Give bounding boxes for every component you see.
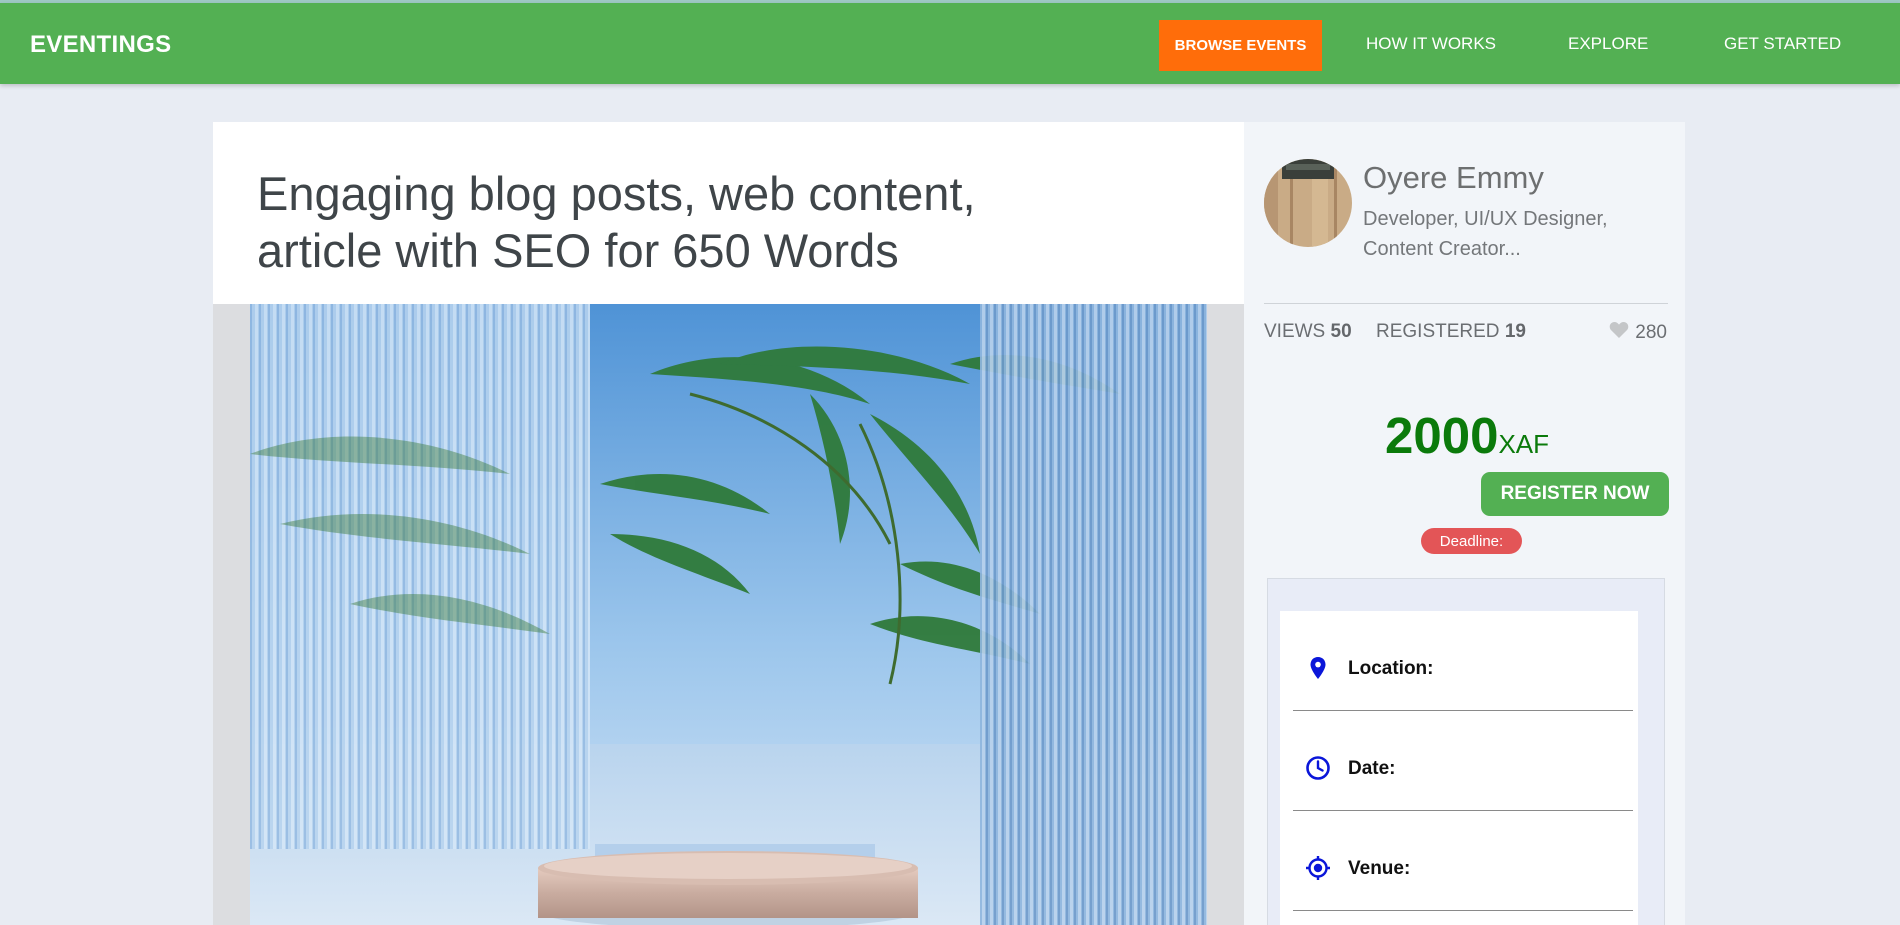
event-title: Engaging blog posts, web content, articl… [257, 167, 976, 277]
target-icon [1305, 855, 1331, 881]
views-count: 50 [1330, 321, 1352, 342]
venue-row: Venue: [1293, 811, 1633, 911]
hero-illustration [250, 304, 1207, 925]
event-image-container [213, 304, 1244, 925]
venue-label: Venue: [1348, 858, 1411, 879]
nav-link-how-it-works[interactable]: HOW IT WORKS [1366, 34, 1496, 54]
heart-icon[interactable] [1609, 321, 1629, 345]
event-sidebar: Oyere Emmy Developer, UI/UX Designer, Co… [1244, 122, 1685, 925]
brand-logo[interactable]: EVENTINGS [30, 31, 171, 59]
register-now-button[interactable]: REGISTER NOW [1481, 472, 1669, 516]
divider [1264, 303, 1668, 304]
likes-stat[interactable]: 280 [1609, 321, 1667, 345]
deadline-badge: Deadline: [1421, 528, 1522, 554]
registered-label: REGISTERED [1376, 321, 1500, 342]
author-bio: Developer, UI/UX Designer, Content Creat… [1363, 208, 1608, 260]
likes-count: 280 [1635, 322, 1667, 343]
views-label: VIEWS [1264, 321, 1326, 342]
registered-stat: REGISTERED 19 [1376, 321, 1526, 343]
registered-count: 19 [1504, 321, 1526, 342]
price-amount: 2000 [1385, 407, 1499, 464]
clock-icon [1305, 755, 1331, 781]
nav-link-explore[interactable]: EXPLORE [1568, 34, 1648, 54]
price-currency: XAF [1498, 429, 1550, 459]
avatar-image [1264, 159, 1352, 247]
event-details-panel: Location: Date: Venue: [1267, 578, 1665, 925]
navbar: EVENTINGS BROWSE EVENTS HOW IT WORKS EXP… [0, 3, 1900, 84]
avatar[interactable] [1264, 159, 1352, 247]
date-row: Date: [1293, 711, 1633, 811]
event-hero-image [250, 304, 1207, 925]
date-label: Date: [1348, 758, 1396, 779]
views-stat: VIEWS 50 [1264, 321, 1352, 343]
nav-link-get-started[interactable]: GET STARTED [1724, 34, 1841, 54]
browse-events-button[interactable]: BROWSE EVENTS [1159, 20, 1322, 71]
author-name[interactable]: Oyere Emmy [1363, 160, 1544, 196]
location-label: Location: [1348, 658, 1434, 679]
event-card: Engaging blog posts, web content, articl… [213, 122, 1685, 925]
event-details-list: Location: Date: Venue: [1280, 611, 1638, 925]
location-row: Location: [1293, 611, 1633, 711]
event-title-area: Engaging blog posts, web content, articl… [213, 122, 1244, 304]
event-price: 2000XAF [1385, 406, 1549, 465]
location-pin-icon [1305, 655, 1331, 681]
